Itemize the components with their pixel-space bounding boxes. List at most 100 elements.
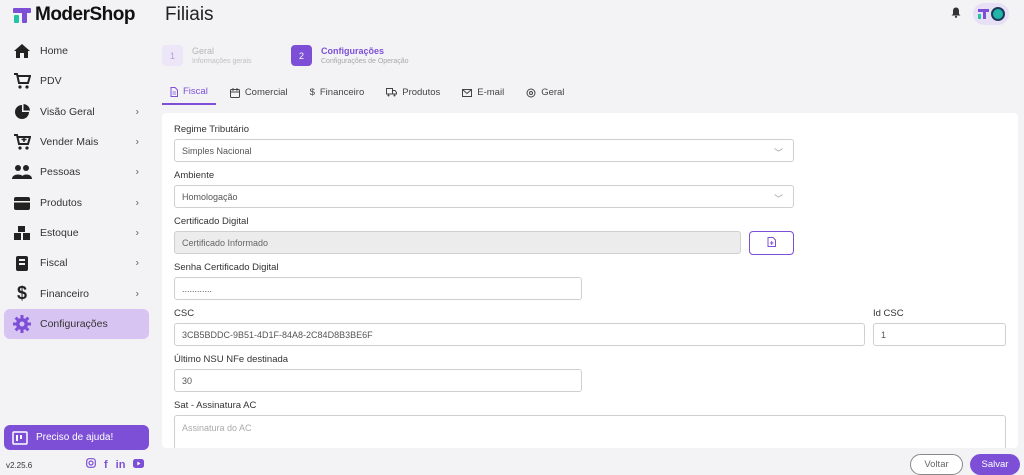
facebook-icon[interactable]: f xyxy=(104,459,108,471)
sidebar-item-label: PDV xyxy=(40,75,62,88)
user-avatar[interactable] xyxy=(973,3,1009,25)
sidebar-item-label: Estoque xyxy=(40,226,79,239)
tab-comercial[interactable]: Comercial xyxy=(222,86,296,105)
certificado-value: Certificado Informado xyxy=(182,237,269,248)
calendar-icon xyxy=(229,87,240,98)
senha-label: Senha Certificado Digital xyxy=(174,262,279,273)
step-number: 2 xyxy=(291,45,312,66)
sidebar-item-label: Financeiro xyxy=(40,287,90,300)
step-geral[interactable]: 1 Geral Informações gerais xyxy=(162,45,252,66)
home-icon xyxy=(12,42,32,60)
tab-email[interactable]: E-mail xyxy=(454,86,512,105)
ambiente-select[interactable]: Homologação ﹀ xyxy=(174,185,794,208)
truck-icon xyxy=(386,88,398,97)
senha-input[interactable]: ............ xyxy=(174,277,582,300)
csc-label: CSC xyxy=(174,308,195,319)
step-title: Configurações xyxy=(321,45,385,56)
tab-label: E-mail xyxy=(477,87,505,98)
nsu-label: Último NSU NFe destinada xyxy=(174,354,289,365)
chevron-down-icon: ﹀ xyxy=(773,194,783,204)
sidebar-item-visao-geral[interactable]: Visão Geral › xyxy=(4,97,149,127)
tab-label: Produtos xyxy=(402,87,441,98)
help-icon xyxy=(12,430,28,445)
linkedin-icon[interactable]: in xyxy=(116,459,126,471)
dollar-small-icon: $ xyxy=(309,87,315,98)
sidebar-item-pdv[interactable]: PDV xyxy=(4,66,149,96)
csc-value: 3CB5BDDC-9B51-4D1F-84A8-2C84D8B3BE6F xyxy=(182,329,373,340)
mail-icon xyxy=(462,88,473,97)
chevron-right-icon: › xyxy=(135,227,139,239)
sidebar-item-financeiro[interactable]: $ Financeiro › xyxy=(4,278,149,308)
sat-label: Sat - Assinatura AC xyxy=(174,400,257,411)
chevron-right-icon: › xyxy=(135,257,139,269)
regime-value: Simples Nacional xyxy=(182,145,252,156)
step-subtitle: Informações gerais xyxy=(192,57,252,65)
regime-select[interactable]: Simples Nacional ﹀ xyxy=(174,139,794,162)
logo-mark-icon xyxy=(978,8,989,20)
tab-label: Financeiro xyxy=(319,87,365,98)
certificado-field: Certificado Informado xyxy=(174,231,741,254)
help-button[interactable]: Preciso de ajuda! xyxy=(4,425,149,450)
bell-icon[interactable] xyxy=(951,7,961,21)
social-links: f in xyxy=(86,458,145,471)
page-title: Filiais xyxy=(165,4,214,25)
cart-plus-icon xyxy=(12,133,32,151)
sat-placeholder: Assinatura do AC xyxy=(182,423,252,433)
chevron-right-icon: › xyxy=(135,106,139,118)
tab-fiscal[interactable]: Fiscal xyxy=(162,86,216,105)
tab-label: Fiscal xyxy=(183,86,208,97)
upload-certificate-button[interactable] xyxy=(749,231,794,255)
tab-geral[interactable]: Geral xyxy=(518,86,572,105)
sidebar: ModerShop Home PDV Visão Geral › Vender … xyxy=(0,0,157,475)
chevron-right-icon: › xyxy=(135,288,139,300)
fiscal-form-card: Regime Tributário Simples Nacional ﹀ Amb… xyxy=(162,113,1018,448)
tab-financeiro[interactable]: $ Financeiro xyxy=(302,86,373,105)
settings-icon xyxy=(526,88,536,98)
instagram-icon[interactable] xyxy=(86,458,96,471)
avatar-face-icon xyxy=(991,7,1005,21)
senha-value: ............ xyxy=(182,283,213,294)
id-csc-input[interactable]: 1 xyxy=(873,323,1006,346)
document-icon xyxy=(12,254,32,272)
chevron-down-icon: ﹀ xyxy=(773,148,783,158)
tab-produtos[interactable]: Produtos xyxy=(378,86,448,105)
logo-mark-icon xyxy=(13,6,31,24)
sidebar-item-label: Produtos xyxy=(40,196,83,209)
sidebar-item-pessoas[interactable]: Pessoas › xyxy=(4,157,149,187)
sidebar-item-vender-mais[interactable]: Vender Mais › xyxy=(4,127,149,157)
tab-label: Geral xyxy=(541,87,565,98)
boxes-icon xyxy=(12,224,32,242)
nsu-value: 30 xyxy=(182,375,193,386)
sidebar-item-label: Configurações xyxy=(40,317,108,330)
settings-tabs: Fiscal Comercial $ Financeiro Produtos E… xyxy=(162,86,578,105)
file-icon xyxy=(170,86,178,97)
people-icon xyxy=(12,163,32,181)
gear-icon xyxy=(12,314,32,333)
sidebar-item-home[interactable]: Home xyxy=(4,36,149,66)
save-button[interactable]: Salvar xyxy=(970,454,1020,475)
chevron-right-icon: › xyxy=(135,197,139,209)
brand-name: ModerShop xyxy=(35,4,136,25)
step-configuracoes[interactable]: 2 Configurações Configurações de Operaçã… xyxy=(291,45,409,66)
nsu-input[interactable]: 30 xyxy=(174,369,582,392)
pie-chart-icon xyxy=(12,103,32,121)
brand-logo[interactable]: ModerShop xyxy=(13,3,136,27)
box-icon xyxy=(12,194,32,212)
cart-icon xyxy=(12,72,32,90)
step-number: 1 xyxy=(162,45,183,66)
ambiente-label: Ambiente xyxy=(174,170,215,181)
csc-input[interactable]: 3CB5BDDC-9B51-4D1F-84A8-2C84D8B3BE6F xyxy=(174,323,865,346)
file-upload-icon xyxy=(767,236,776,250)
sidebar-item-fiscal[interactable]: Fiscal › xyxy=(4,248,149,278)
id-csc-value: 1 xyxy=(881,329,887,340)
back-button[interactable]: Voltar xyxy=(910,454,963,475)
sidebar-nav: Home PDV Visão Geral › Vender Mais › Pes… xyxy=(4,36,149,339)
sidebar-item-configuracoes[interactable]: Configurações xyxy=(4,308,149,339)
youtube-icon[interactable] xyxy=(133,458,145,471)
regime-label: Regime Tributário xyxy=(174,124,249,135)
help-button-label: Preciso de ajuda! xyxy=(36,432,114,443)
sidebar-item-produtos[interactable]: Produtos › xyxy=(4,187,149,217)
dollar-icon: $ xyxy=(16,283,27,304)
sidebar-item-estoque[interactable]: Estoque › xyxy=(4,218,149,248)
sat-textarea[interactable]: Assinatura do AC xyxy=(174,415,1006,448)
